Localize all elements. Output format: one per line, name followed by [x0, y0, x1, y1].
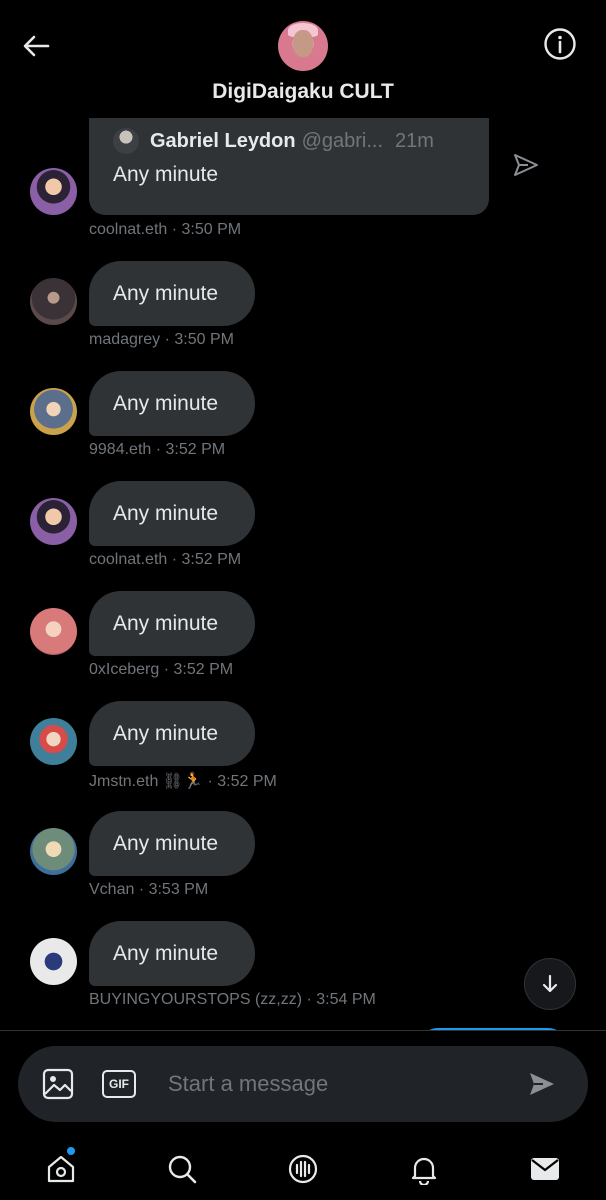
share-button[interactable]: [510, 149, 542, 181]
spaces-icon: [288, 1154, 318, 1184]
messages-icon: [531, 1158, 559, 1180]
message-meta: 0xIceberg · 3:52 PM: [89, 661, 234, 678]
arrow-left-icon: [23, 35, 50, 57]
home-icon: [47, 1155, 75, 1183]
message-item: Any minute madagrey · 3:50 PM: [0, 261, 606, 361]
back-button[interactable]: [18, 28, 54, 64]
message-meta: Jmstn.eth ⛓🏃 · 3:52 PM: [89, 773, 277, 790]
send-button[interactable]: [524, 1066, 560, 1102]
message-bubble[interactable]: Any minute: [89, 481, 255, 546]
message-item: Any minute 0xIceberg · 3:52 PM: [0, 591, 606, 691]
avatar[interactable]: [30, 828, 77, 875]
media-button[interactable]: [42, 1068, 74, 1100]
tab-home[interactable]: [38, 1146, 84, 1192]
tab-spaces[interactable]: [280, 1146, 326, 1192]
message-composer: GIF: [18, 1046, 588, 1122]
message-meta: Vchan · 3:53 PM: [89, 881, 209, 898]
message-meta: coolnat.eth · 3:52 PM: [89, 551, 242, 568]
message-bubble[interactable]: Any minute: [89, 371, 255, 436]
composer-bar: GIF: [0, 1030, 606, 1138]
avatar[interactable]: [30, 498, 77, 545]
message-meta: 9984.eth · 3:52 PM: [89, 441, 226, 458]
message-meta: BUYINGYOURSTOPS (zz,zz) · 3:54 PM: [89, 991, 376, 1008]
avatar[interactable]: [30, 938, 77, 985]
message-meta: madagrey · 3:50 PM: [89, 331, 234, 348]
quoted-time: 21m: [395, 129, 434, 152]
message-item: Any minute 9984.eth · 3:52 PM: [0, 371, 606, 471]
notifications-icon: [411, 1157, 437, 1185]
avatar[interactable]: [30, 388, 77, 435]
message-bubble[interactable]: Any minute: [89, 261, 255, 326]
info-icon: [544, 28, 576, 60]
scroll-to-bottom-button[interactable]: [524, 958, 576, 1010]
quoted-tweet-text: Any minute: [113, 163, 219, 186]
message-input[interactable]: [168, 1060, 508, 1108]
send-icon: [530, 1073, 554, 1095]
message-item: Any minute Jmstn.eth ⛓🏃 · 3:52 PM: [0, 701, 606, 801]
send-icon: [514, 154, 538, 176]
message-bubble[interactable]: Any minute: [89, 921, 255, 986]
message-bubble[interactable]: Any minute: [89, 701, 255, 766]
conversation-title[interactable]: DigiDaigaku CULT: [0, 80, 606, 104]
message-item: Any minute Vchan · 3:53 PM: [0, 811, 606, 911]
tab-messages[interactable]: [522, 1146, 568, 1192]
info-button[interactable]: [542, 26, 578, 62]
group-avatar[interactable]: [278, 21, 328, 71]
chat-header: DigiDaigaku CULT: [0, 0, 606, 118]
bottom-tab-bar: [0, 1138, 606, 1200]
message-bubble[interactable]: Any minute: [89, 591, 255, 656]
avatar[interactable]: [30, 718, 77, 765]
notification-dot: [66, 1146, 76, 1156]
tab-search[interactable]: [159, 1146, 205, 1192]
message-item: Any minute coolnat.eth · 3:52 PM: [0, 481, 606, 581]
quoted-tweet-card[interactable]: Gabriel Leydon @gabri... 21m Any minute: [89, 118, 489, 215]
search-icon: [168, 1155, 197, 1184]
quoted-author-handle: @gabri...: [301, 129, 384, 152]
message-bubble[interactable]: Any minute: [89, 811, 255, 876]
avatar[interactable]: [30, 168, 77, 215]
message-meta: coolnat.eth · 3:50 PM: [89, 221, 242, 238]
quoted-author-name: Gabriel Leydon: [150, 129, 296, 152]
image-icon: [42, 1068, 74, 1100]
message-list[interactable]: Gabriel Leydon @gabri... 21m Any minute …: [0, 118, 606, 1028]
tab-notifications[interactable]: [401, 1146, 447, 1192]
arrow-down-icon: [542, 974, 558, 993]
avatar[interactable]: [30, 278, 77, 325]
message-item: Any minute BUYINGYOURSTOPS (zz,zz) · 3:5…: [0, 921, 606, 1021]
message-item-quote: Gabriel Leydon @gabri... 21m Any minute …: [0, 118, 606, 243]
quoted-author-avatar: [113, 128, 139, 154]
avatar[interactable]: [30, 608, 77, 655]
gif-button[interactable]: GIF: [102, 1070, 136, 1098]
